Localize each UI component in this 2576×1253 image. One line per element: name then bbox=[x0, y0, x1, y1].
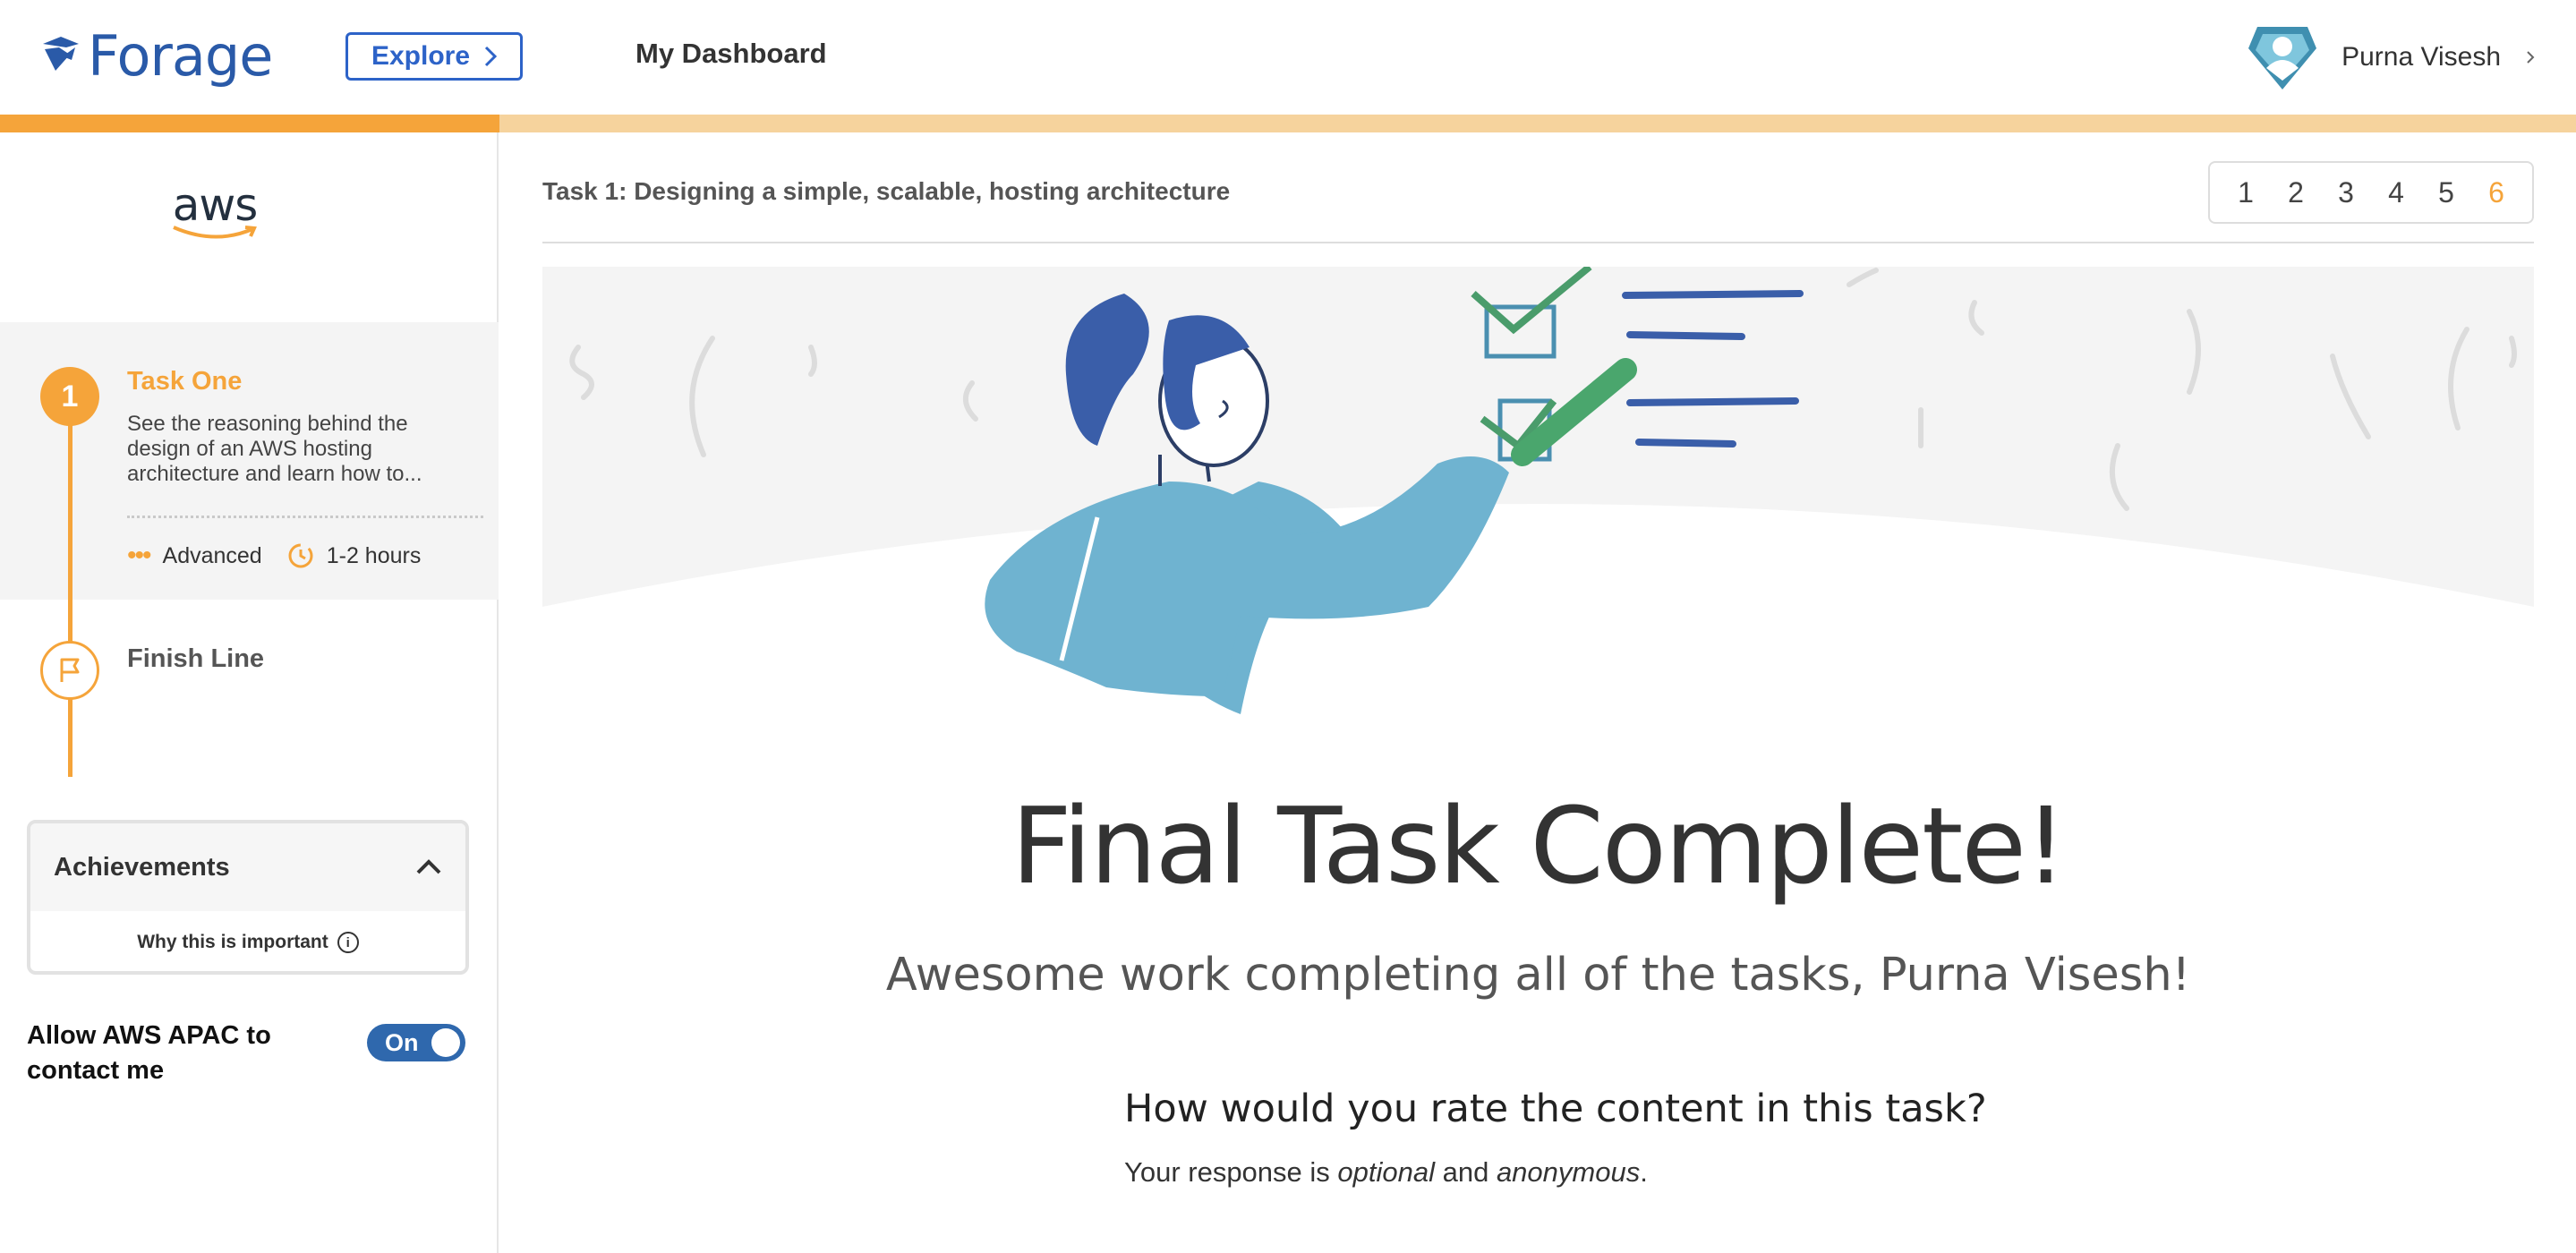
clock-icon bbox=[288, 543, 313, 568]
top-header: Forage Explore My Dashboard Purna Visesh bbox=[0, 0, 2576, 115]
task-one-title[interactable]: Task One bbox=[127, 367, 242, 396]
my-dashboard-link[interactable]: My Dashboard bbox=[635, 38, 827, 70]
task-pager: 1 2 3 4 5 6 bbox=[2208, 161, 2534, 224]
completion-illustration bbox=[542, 267, 2534, 831]
aws-logo: aws bbox=[170, 179, 260, 242]
page-link-5[interactable]: 5 bbox=[2438, 176, 2454, 209]
task-meta: ••• Advanced 1-2 hours bbox=[127, 542, 421, 569]
achievements-title: Achievements bbox=[54, 852, 230, 882]
forage-logo-icon bbox=[43, 37, 79, 71]
info-icon: i bbox=[337, 932, 359, 953]
page-link-6[interactable]: 6 bbox=[2488, 176, 2504, 209]
task-heading: Task 1: Designing a simple, scalable, ho… bbox=[542, 177, 1231, 205]
aws-logo-text: aws bbox=[172, 179, 259, 231]
finish-line-badge bbox=[40, 641, 99, 700]
rating-note-suffix: . bbox=[1640, 1156, 1648, 1188]
forage-logo[interactable]: Forage bbox=[39, 22, 273, 89]
task-divider bbox=[127, 516, 483, 518]
explore-button[interactable]: Explore bbox=[345, 32, 523, 81]
course-progress-bar bbox=[0, 115, 2576, 132]
rating-note-optional: optional bbox=[1337, 1156, 1435, 1188]
difficulty-dots-icon: ••• bbox=[127, 541, 151, 570]
rating-note-and: and bbox=[1434, 1156, 1497, 1188]
task-one-description: See the reasoning behind the design of a… bbox=[127, 412, 422, 486]
header-divider bbox=[542, 242, 2534, 243]
task-level: Advanced bbox=[162, 542, 262, 568]
main-content: Task 1: Designing a simple, scalable, ho… bbox=[500, 132, 2576, 1253]
toggle-knob bbox=[431, 1028, 460, 1057]
chevron-up-icon[interactable] bbox=[415, 859, 442, 875]
page-link-2[interactable]: 2 bbox=[2288, 176, 2304, 209]
avatar bbox=[2248, 27, 2317, 90]
user-menu[interactable]: Purna Visesh bbox=[2245, 21, 2535, 93]
page-link-1[interactable]: 1 bbox=[2238, 176, 2254, 209]
rating-note-prefix: Your response is bbox=[1124, 1156, 1338, 1188]
task-duration: 1-2 hours bbox=[326, 542, 422, 568]
chevron-right-icon bbox=[2527, 51, 2535, 64]
why-important-link[interactable]: Why this is important i bbox=[30, 911, 465, 971]
contact-permission-label: Allow AWS APAC to contact me bbox=[27, 1021, 271, 1085]
toggle-state-label: On bbox=[385, 1028, 419, 1056]
completion-subtitle: Awesome work completing all of the tasks… bbox=[885, 949, 2191, 1002]
course-progress-fill bbox=[0, 115, 500, 132]
flag-icon bbox=[60, 658, 80, 682]
rating-note-anonymous: anonymous bbox=[1496, 1156, 1641, 1188]
completion-title: Final Task Complete! bbox=[1011, 784, 2068, 908]
chevron-right-icon bbox=[484, 46, 498, 67]
task-sidebar: aws 1 Task One See the reasoning behind … bbox=[0, 132, 499, 1253]
why-important-label: Why this is important bbox=[137, 932, 328, 952]
step-number-badge: 1 bbox=[40, 367, 99, 426]
contact-permission-toggle[interactable]: On bbox=[367, 1024, 465, 1061]
page-link-4[interactable]: 4 bbox=[2388, 176, 2404, 209]
finish-line-label[interactable]: Finish Line bbox=[127, 644, 264, 674]
achievements-header[interactable]: Achievements bbox=[30, 823, 465, 911]
forage-logo-text: Forage bbox=[88, 22, 273, 89]
page-link-3[interactable]: 3 bbox=[2338, 176, 2354, 209]
explore-button-label: Explore bbox=[371, 41, 471, 71]
step-connector-line bbox=[68, 392, 73, 777]
rating-question: How would you rate the content in this t… bbox=[1124, 1087, 1987, 1131]
achievements-panel: Achievements Why this is important i bbox=[27, 820, 469, 975]
user-name: Purna Visesh bbox=[2341, 42, 2501, 72]
rating-note: Your response is optional and anonymous. bbox=[1124, 1156, 1648, 1189]
